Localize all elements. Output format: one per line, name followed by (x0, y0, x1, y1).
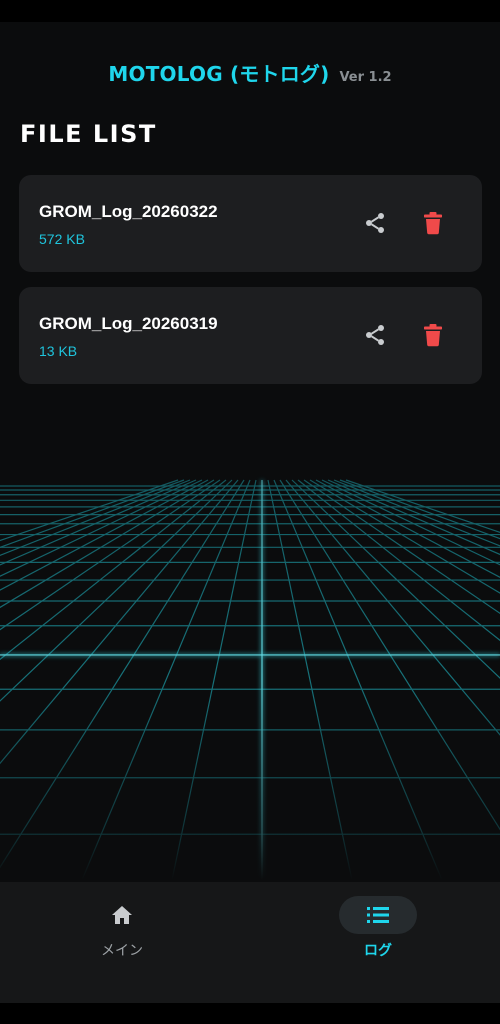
trash-icon (424, 212, 442, 235)
share-button[interactable] (359, 319, 391, 351)
section-title: FILE LIST (20, 120, 157, 148)
file-name: GROM_Log_20260322 (39, 202, 218, 221)
file-card[interactable]: GROM_Log_20260319 13 KB (19, 287, 482, 384)
app-screen: MOTOLOG (モトログ) Ver 1.2 FILE LIST GROM_Lo… (0, 0, 500, 1024)
file-name: GROM_Log_20260319 (39, 314, 218, 333)
share-button[interactable] (359, 207, 391, 239)
list-icon (367, 907, 389, 923)
nav-indicator-active (339, 896, 417, 934)
nav-item-main[interactable]: メイン (62, 896, 182, 976)
home-icon (112, 906, 132, 924)
file-card[interactable]: GROM_Log_20260322 572 KB (19, 175, 482, 272)
file-size: 13 KB (39, 343, 78, 359)
bottom-navigation: メイン ログ (0, 882, 500, 1003)
app-title: MOTOLOG (モトログ) (108, 62, 330, 86)
status-bar (0, 0, 500, 22)
nav-indicator (83, 896, 161, 934)
file-size: 572 KB (39, 231, 85, 247)
app-header: MOTOLOG (モトログ) Ver 1.2 (0, 58, 500, 94)
system-nav-bar (0, 1003, 500, 1024)
nav-item-log[interactable]: ログ (318, 896, 438, 976)
share-icon (366, 325, 384, 345)
delete-button[interactable] (417, 319, 449, 351)
delete-button[interactable] (417, 207, 449, 239)
app-version: Ver 1.2 (339, 70, 392, 85)
trash-icon (424, 324, 442, 347)
grid-background (0, 380, 500, 880)
nav-label-main: メイン (101, 943, 143, 959)
share-icon (366, 213, 384, 233)
nav-label-log: ログ (364, 943, 392, 959)
